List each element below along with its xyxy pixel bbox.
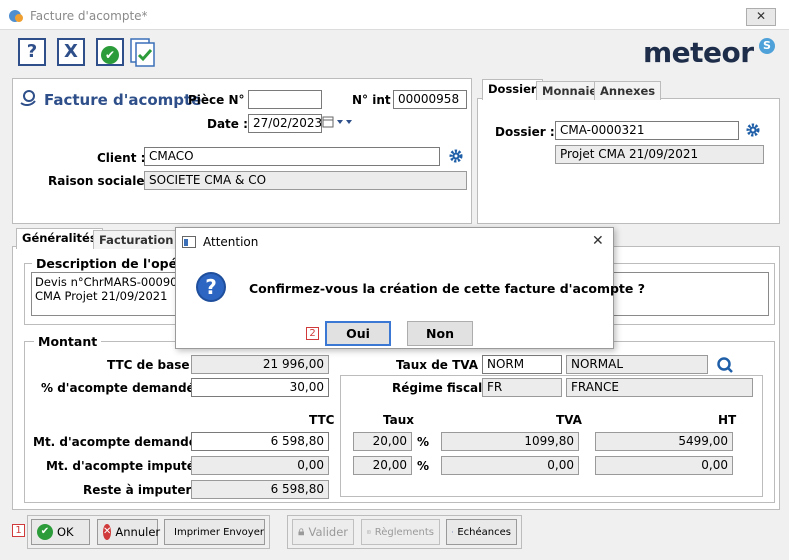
dialog-message: Confirmez-vous la création de cette fact… <box>249 281 645 296</box>
taux-tva-name-field: NORMAL <box>566 355 708 374</box>
mt-impute-label: Mt. d'acompte imputé : <box>46 459 204 473</box>
taux-tva-code-input[interactable]: NORM <box>482 355 562 374</box>
dialog-close-button[interactable]: ✕ <box>592 233 604 249</box>
reglements-button[interactable]: Règlements <box>361 519 440 545</box>
echeances-button[interactable]: Echéances <box>446 519 517 545</box>
taux-tva-label: Taux de TVA : <box>396 358 488 372</box>
mt-demande-pct: % <box>417 435 430 449</box>
valider-label: Valider <box>308 525 348 539</box>
reste-imputer-label: Reste à imputer : <box>83 483 201 497</box>
question-icon: ? <box>196 272 226 302</box>
annuler-label: Annuler <box>115 525 161 539</box>
payments-icon <box>367 530 371 534</box>
dialog-title: Attention <box>203 235 259 249</box>
echeances-label: Echéances <box>457 526 511 538</box>
svg-text:?: ? <box>205 275 217 299</box>
validate-toolbar-button[interactable]: ✔ <box>96 38 124 66</box>
dossier-label: Dossier : <box>495 125 555 139</box>
mt-impute-taux-field: 20,00 <box>353 456 412 475</box>
reste-imputer-field: 6 598,80 <box>191 480 329 499</box>
date-label: Date : <box>207 117 248 131</box>
cancel-toolbar-button[interactable]: X <box>57 38 85 66</box>
dossier-gear-icon[interactable] <box>745 122 761 138</box>
mt-demande-label: Mt. d'acompte demandé : <box>33 435 206 449</box>
mt-impute-tva-field: 0,00 <box>441 456 579 475</box>
piece-label: Pièce N° : <box>188 93 254 107</box>
client-label: Client : <box>97 151 146 165</box>
description-line2: CMA Projet 21/09/2021 <box>35 289 168 303</box>
check-icon: ✔ <box>37 524 53 540</box>
imprimer-envoyer-button[interactable]: Imprimer Envoyer <box>164 519 265 545</box>
raison-sociale-label: Raison sociale : <box>48 174 154 188</box>
reglements-label: Règlements <box>374 526 434 538</box>
tab-generalites[interactable]: Généralités <box>16 228 103 249</box>
marker-1: 1 <box>12 524 25 537</box>
col-taux-header: Taux <box>383 413 415 427</box>
window-title: Facture d'acompte* <box>30 9 148 23</box>
ok-button[interactable]: ✔ OK <box>31 519 90 545</box>
montant-title: Montant <box>34 334 102 349</box>
cancel-icon: ✕ <box>103 524 112 540</box>
ttc-base-label: TTC de base : <box>107 358 199 372</box>
mt-demande-tva-field: 1099,80 <box>441 432 579 451</box>
date-input[interactable]: 27/02/2023 <box>248 114 322 133</box>
window-close-button[interactable]: ✕ <box>746 8 776 26</box>
regime-name-field: FRANCE <box>566 378 753 397</box>
document-check-icon[interactable] <box>127 36 159 68</box>
marker-2: 2 <box>306 327 319 340</box>
mt-demande-ht-field: 5499,00 <box>595 432 733 451</box>
nint-field[interactable]: 00000958 <box>393 90 467 109</box>
col-ttc-header: TTC <box>309 413 335 427</box>
calendar-dropdown-icon[interactable] <box>322 115 354 129</box>
ok-label: OK <box>57 525 74 539</box>
ttc-base-field: 21 996,00 <box>191 355 329 374</box>
tab-annexes[interactable]: Annexes <box>594 81 662 100</box>
tab-dossier[interactable]: Dossier <box>482 79 543 100</box>
mt-impute-ttc-field: 0,00 <box>191 456 329 475</box>
dialog-window-icon <box>182 236 196 248</box>
non-button[interactable]: Non <box>407 321 473 346</box>
tva-search-icon[interactable] <box>716 356 734 374</box>
window-titlebar: Facture d'acompte* ✕ <box>0 0 789 30</box>
col-ht-header: HT <box>718 413 737 427</box>
dossier-input[interactable]: CMA-0000321 <box>555 121 739 140</box>
imprimer-envoyer-label: Imprimer Envoyer <box>174 526 264 538</box>
confirmation-dialog: Attention ✕ ? Confirmez-vous la création… <box>175 227 645 349</box>
meteor-logo: meteor <box>643 36 754 69</box>
calendar-icon <box>452 531 454 533</box>
app-icon <box>9 10 23 22</box>
pct-acompte-input[interactable]: 30,00 <box>191 378 329 397</box>
tab-facturation[interactable]: Facturation <box>93 230 180 249</box>
mt-impute-pct: % <box>417 459 430 473</box>
dossier-name-field: Projet CMA 21/09/2021 <box>555 145 764 164</box>
regime-fiscal-label: Régime fiscal : <box>392 381 492 395</box>
help-button[interactable]: ? <box>18 38 46 66</box>
form-title: Facture d'acompte <box>44 91 202 109</box>
client-input[interactable]: CMACO <box>144 147 440 166</box>
mt-impute-ht-field: 0,00 <box>595 456 733 475</box>
check-icon: ✔ <box>101 46 119 64</box>
pct-acompte-label: % d'acompte demandé : <box>41 381 204 395</box>
lock-icon <box>298 528 305 536</box>
nint-label: N° int <box>352 93 391 107</box>
oui-button[interactable]: Oui <box>325 321 391 346</box>
mt-demande-ttc-input[interactable]: 6 598,80 <box>191 432 329 451</box>
mt-demande-taux-field: 20,00 <box>353 432 412 451</box>
piece-input[interactable] <box>248 90 322 109</box>
description-line1: Devis n°ChrMARS-00090e <box>35 275 185 289</box>
invoice-money-icon <box>20 90 36 107</box>
meteor-logo-mark: S <box>759 38 775 54</box>
raison-sociale-field: SOCIETE CMA & CO <box>144 171 467 190</box>
regime-code-field: FR <box>482 378 562 397</box>
annuler-button[interactable]: ✕ Annuler <box>97 519 161 545</box>
valider-button[interactable]: Valider <box>292 519 354 545</box>
client-gear-icon[interactable] <box>448 148 464 164</box>
col-tva-header: TVA <box>556 413 582 427</box>
